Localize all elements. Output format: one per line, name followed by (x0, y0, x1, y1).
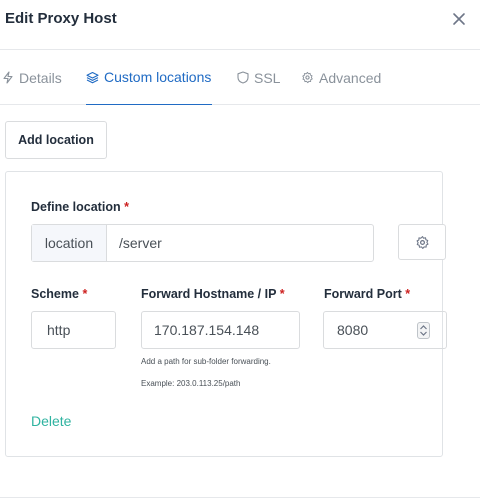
lightning-icon (3, 71, 13, 84)
forward-port-input[interactable] (324, 312, 414, 348)
modal-title: Edit Proxy Host (5, 10, 117, 27)
location-path-input[interactable] (107, 225, 373, 261)
forward-host-label: Forward Hostname / IP * (141, 287, 285, 301)
scheme-label: Scheme * (31, 287, 87, 301)
forward-host-input[interactable] (141, 311, 300, 349)
edit-proxy-host-modal: Edit Proxy Host Details Custom locations… (0, 0, 480, 503)
scheme-label-text: Scheme (31, 287, 79, 301)
tab-ssl-label: SSL (254, 69, 281, 86)
tab-details[interactable]: Details (2, 50, 62, 105)
help-text-subfolder: Add a path for sub-folder forwarding. (141, 357, 271, 366)
tab-bar: Details Custom locations SSL Advanced (0, 50, 480, 105)
required-mark: * (405, 287, 411, 301)
help-text-example: Example: 203.0.113.25/path (141, 379, 241, 388)
location-settings-button[interactable] (398, 224, 446, 260)
tab-custom-locations-label: Custom locations (104, 69, 212, 85)
forward-port-label: Forward Port * (324, 287, 410, 301)
stepper-arrows-icon (420, 325, 427, 336)
location-input-group: location (31, 224, 374, 262)
layers-icon (86, 71, 99, 83)
location-card: Define location * location Scheme * Forw… (5, 171, 447, 457)
add-location-button[interactable]: Add location (5, 121, 107, 159)
required-mark: * (82, 287, 88, 301)
gear-icon (416, 235, 429, 249)
gear-icon (302, 71, 313, 84)
port-stepper[interactable] (417, 322, 430, 339)
forward-port-field (323, 311, 447, 349)
forward-host-label-text: Forward Hostname / IP (141, 287, 277, 301)
scheme-input[interactable] (31, 311, 116, 349)
tab-details-label: Details (19, 69, 62, 86)
define-location-label: Define location * (31, 200, 129, 214)
tab-ssl[interactable]: SSL (237, 50, 280, 105)
tab-advanced-label: Advanced (319, 69, 382, 86)
shield-icon (237, 71, 249, 84)
close-icon[interactable] (452, 12, 466, 26)
required-mark: * (124, 200, 129, 214)
footer-divider (0, 497, 480, 498)
tab-advanced[interactable]: Advanced (301, 50, 381, 105)
define-location-text: Define location (31, 200, 121, 214)
forward-port-label-text: Forward Port (324, 287, 402, 301)
required-mark: * (279, 287, 285, 301)
location-addon: location (32, 225, 107, 261)
tab-custom-locations[interactable]: Custom locations (86, 50, 212, 105)
delete-location-link[interactable]: Delete (31, 413, 71, 429)
modal-header: Edit Proxy Host (0, 0, 480, 50)
